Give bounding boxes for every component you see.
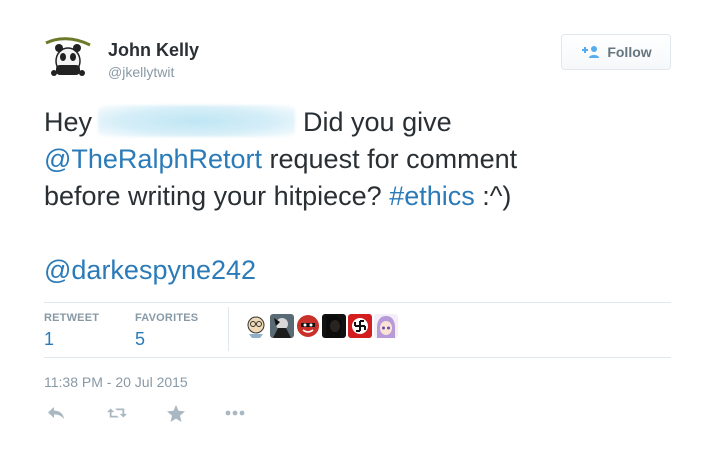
- hashtag-link-ethics[interactable]: #ethics: [389, 181, 475, 211]
- stats-separator: [228, 307, 229, 351]
- tweet-timestamp[interactable]: 11:38 PM - 20 Jul 2015: [44, 374, 188, 390]
- stats-bottom-divider: [44, 357, 671, 358]
- reply-icon[interactable]: [46, 403, 66, 423]
- tweet-line-5: @darkespyne242: [44, 252, 674, 289]
- retweet-label[interactable]: RETWEET: [44, 312, 99, 324]
- tweet-header: John Kelly @jkellytwit Follow: [44, 33, 671, 83]
- favorites-label[interactable]: FAVORITES: [135, 312, 198, 324]
- black-hair-avatar-icon[interactable]: [322, 314, 346, 338]
- tweet-line-3: before writing your hitpiece? #ethics :^…: [44, 178, 674, 215]
- cartoon-face-avatar-icon[interactable]: [244, 314, 268, 338]
- author-name[interactable]: John Kelly: [108, 40, 199, 61]
- tweet-actions: [44, 403, 245, 423]
- anime-girl-avatar-icon[interactable]: [374, 314, 398, 338]
- follow-button-label: Follow: [607, 44, 652, 60]
- author-handle[interactable]: @jkellytwit: [108, 64, 174, 80]
- dark-character-avatar-icon[interactable]: [270, 314, 294, 338]
- mention-link-theralphretort[interactable]: @TheRalphRetort: [44, 144, 262, 174]
- favorite-star-icon[interactable]: [166, 403, 186, 423]
- tweet-line-2: @TheRalphRetort request for comment: [44, 141, 674, 178]
- red-masked-avatar-icon[interactable]: [296, 314, 320, 338]
- red-symbol-avatar-icon[interactable]: [348, 314, 372, 338]
- follow-user-plus-icon: [582, 46, 600, 58]
- more-dots-icon[interactable]: [225, 403, 245, 423]
- mention-link-darkespyne242[interactable]: @darkespyne242: [44, 255, 256, 285]
- author-avatar[interactable]: [44, 33, 92, 81]
- tweet-text-before: before writing your hitpiece?: [44, 181, 390, 211]
- tweet-text-request: request for comment: [262, 144, 518, 174]
- tweet-text-emoticon: :^): [474, 181, 512, 211]
- favoriter-avatars: [244, 314, 398, 338]
- tweet-text: Hey Did you give @TheRalphRetort request …: [44, 104, 674, 289]
- favorites-count[interactable]: 5: [135, 329, 145, 350]
- blurred-mention: [98, 105, 296, 137]
- panda-avatar-icon: [44, 33, 92, 81]
- tweet-line-1: Hey Did you give: [44, 104, 674, 141]
- retweet-icon[interactable]: [107, 403, 127, 423]
- tweet-text-start: Hey: [44, 107, 93, 137]
- tweet-text-question: Did you give: [303, 107, 452, 137]
- follow-button[interactable]: Follow: [561, 34, 671, 70]
- stats-top-divider: [44, 302, 671, 303]
- retweet-count[interactable]: 1: [44, 329, 54, 350]
